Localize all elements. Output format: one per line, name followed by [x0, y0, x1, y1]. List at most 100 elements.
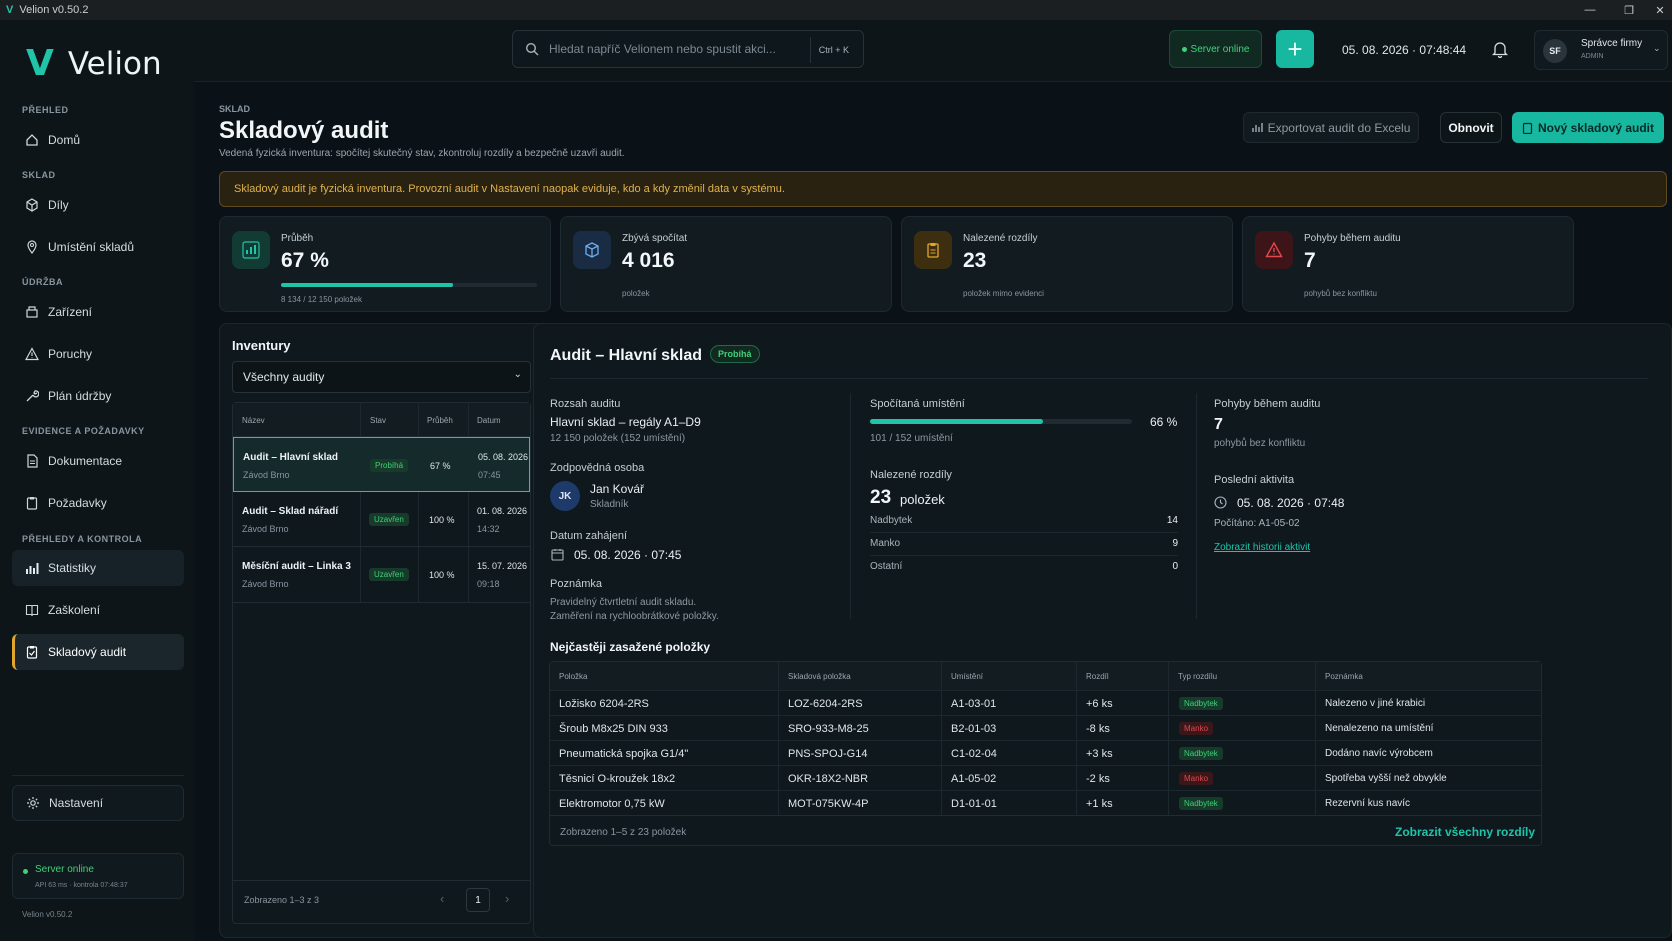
column-divider — [1196, 393, 1197, 619]
sidebar-item-label: Zařízení — [48, 305, 93, 319]
status-dot-icon — [23, 869, 28, 874]
main-content: SKLAD Skladový audit Vedená fyzická inve… — [194, 83, 1672, 941]
restore-icon[interactable]: ❐ — [1614, 0, 1644, 20]
prev-page-icon[interactable]: ‹ — [440, 891, 444, 906]
section-label: ÚDRŽBA — [22, 277, 63, 287]
section-label: PŘEHLEDY A KONTROLA — [22, 534, 143, 544]
window-titlebar: V Velion v0.50.2 — ❐ ✕ — [0, 0, 1672, 20]
add-button[interactable]: + — [1276, 30, 1314, 68]
table-row[interactable]: Pneumatická spojka G1/4" PNS-SPOJ-G14 C1… — [550, 740, 1541, 765]
stat-sub: položek — [622, 289, 650, 298]
breakdown-label: Ostatní — [870, 561, 903, 572]
pagination-info: Zobrazeno 1–5 z 23 položek — [560, 827, 687, 838]
column-header: Umístění — [951, 672, 984, 681]
owner-name: Jan Kovář — [590, 482, 645, 496]
cell-item: Těsnicí O-kroužek 18x2 — [559, 773, 676, 785]
server-status-text: Server online — [35, 864, 94, 875]
column-header: Skladová položka — [788, 672, 851, 681]
sidebar-item-label: Dokumentace — [48, 454, 123, 468]
settings-button[interactable]: Nastavení — [12, 785, 184, 821]
cell-sku: LOZ-6204-2RS — [788, 698, 863, 710]
status-dot-icon — [1181, 46, 1187, 52]
status-badge: Uzavřen — [369, 568, 409, 581]
cell-location: D1-01-01 — [951, 798, 997, 810]
clipboard-icon — [24, 495, 40, 511]
stat-label: Průběh — [281, 233, 314, 244]
stat-label: Zbývá spočítat — [622, 233, 688, 244]
sidebar-item-equipment[interactable]: Zařízení — [12, 294, 184, 330]
sidebar-item-statistics[interactable]: Statistiky — [12, 550, 184, 586]
user-menu[interactable]: SF Správce firmy ADMIN ⌄ — [1534, 30, 1668, 70]
gear-icon — [25, 795, 41, 811]
table-row[interactable]: Šroub M8x25 DIN 933 SRO-933-M8-25 B2-01-… — [550, 715, 1541, 740]
alert-text: Skladový audit je fyzická inventura. Pro… — [234, 183, 785, 195]
search-input[interactable]: Hledat napříč Velionem nebo spustit akci… — [512, 30, 864, 68]
info-alert: Skladový audit je fyzická inventura. Pro… — [219, 171, 1667, 207]
inventory-panel: Inventury Všechny audity ⌄ Název Stav Pr… — [219, 323, 553, 938]
page-title: Skladový audit — [219, 117, 389, 144]
table-row[interactable]: Těsnicí O-kroužek 18x2 OKR-18X2-NBR A1-0… — [550, 765, 1541, 790]
history-link[interactable]: Zobrazit historii aktivit — [1214, 542, 1310, 553]
table-row[interactable]: Audit – Hlavní sklad Závod Brno Probíhá … — [233, 437, 530, 492]
stat-sub: položek mimo evidenci — [963, 289, 1044, 298]
minimize-icon[interactable]: — — [1575, 0, 1605, 20]
refresh-button[interactable]: Obnovit — [1440, 112, 1502, 143]
cell-note: Dodáno navíc výrobcem — [1325, 748, 1433, 759]
scope-sub: 12 150 položek (152 umístění) — [550, 433, 686, 444]
table-row[interactable]: Elektromotor 0,75 kW MOT-075KW-4P D1-01-… — [550, 790, 1541, 815]
column-header: Poznámka — [1325, 672, 1363, 681]
page-number-button[interactable]: 1 — [466, 888, 490, 912]
app-version: Velion v0.50.2 — [22, 910, 73, 919]
cell-note: Nalezeno v jiné krabici — [1325, 698, 1426, 709]
stat-label: Pohyby během auditu — [1304, 233, 1401, 244]
export-excel-button[interactable]: Exportovat audit do Excelu — [1243, 112, 1419, 143]
sidebar-item-training[interactable]: Zaškolení — [12, 592, 184, 628]
table-row[interactable]: Ložisko 6204-2RS LOZ-6204-2RS A1-03-01 +… — [550, 690, 1541, 715]
audit-filter-select[interactable]: Všechny audity ⌄ — [232, 361, 531, 393]
sidebar-item-maintenance-plan[interactable]: Plán údržby — [12, 378, 184, 414]
cell-diff: -2 ks — [1086, 773, 1110, 785]
search-icon — [525, 42, 539, 56]
sidebar-item-documentation[interactable]: Dokumentace — [12, 443, 184, 479]
counted-sub: 101 / 152 umístění — [870, 433, 953, 444]
export-label: Exportovat audit do Excelu — [1267, 120, 1411, 135]
show-all-differences-link[interactable]: Zobrazit všechny rozdíly — [1395, 825, 1535, 839]
sidebar: V Velion PŘEHLED Domů SKLAD Díly Umístěn… — [0, 20, 194, 941]
table-row[interactable]: Audit – Sklad nářadí Závod Brno Uzavřen … — [233, 492, 530, 547]
cube-icon — [24, 197, 40, 213]
close-icon[interactable]: ✕ — [1645, 0, 1672, 20]
sidebar-item-requests[interactable]: Požadavky — [12, 485, 184, 521]
breakdown-value: 14 — [1166, 515, 1178, 526]
breakdown-value: 9 — [1172, 538, 1178, 549]
sidebar-item-locations[interactable]: Umístění skladů — [12, 229, 184, 265]
search-placeholder: Hledat napříč Velionem nebo spustit akci… — [549, 42, 776, 56]
clock-icon — [1214, 496, 1227, 514]
server-online-pill[interactable]: Server online — [1169, 30, 1262, 68]
field-label: Poznámka — [550, 578, 602, 590]
row-date: 01. 08. 2026 — [477, 506, 528, 516]
last-activity-sub: Počítáno: A1-05-02 — [1214, 518, 1300, 529]
cell-item: Elektromotor 0,75 kW — [559, 798, 665, 810]
app-logo-icon: V — [6, 4, 14, 16]
row-date: 15. 07. 2026 — [477, 561, 528, 571]
table-row[interactable]: Měsíční audit – Linka 3 Závod Brno Uzavř… — [233, 547, 530, 603]
progress-fill — [870, 419, 1043, 424]
refresh-label: Obnovit — [1448, 120, 1494, 135]
sidebar-item-stock-audit[interactable]: Skladový audit — [12, 634, 184, 670]
wrench-icon — [24, 388, 40, 404]
warning-icon — [1255, 231, 1293, 269]
stat-value: 7 — [1304, 249, 1316, 272]
clipboard-icon — [914, 231, 952, 269]
sidebar-item-home[interactable]: Domů — [12, 122, 184, 158]
field-label: Spočítaná umístění — [870, 398, 965, 410]
sidebar-item-parts[interactable]: Díly — [12, 187, 184, 223]
field-label: Nalezené rozdíly — [870, 469, 952, 481]
sidebar-item-label: Umístění skladů — [48, 240, 135, 254]
plus-icon: + — [1287, 33, 1303, 64]
cell-note: Rezervní kus navíc — [1325, 798, 1411, 809]
new-audit-button[interactable]: Nový skladový audit — [1512, 112, 1664, 143]
cell-diff: +1 ks — [1086, 798, 1113, 810]
sidebar-item-faults[interactable]: Poruchy — [12, 336, 184, 372]
notifications-icon[interactable] — [1491, 40, 1509, 59]
next-page-icon[interactable]: › — [505, 891, 509, 906]
